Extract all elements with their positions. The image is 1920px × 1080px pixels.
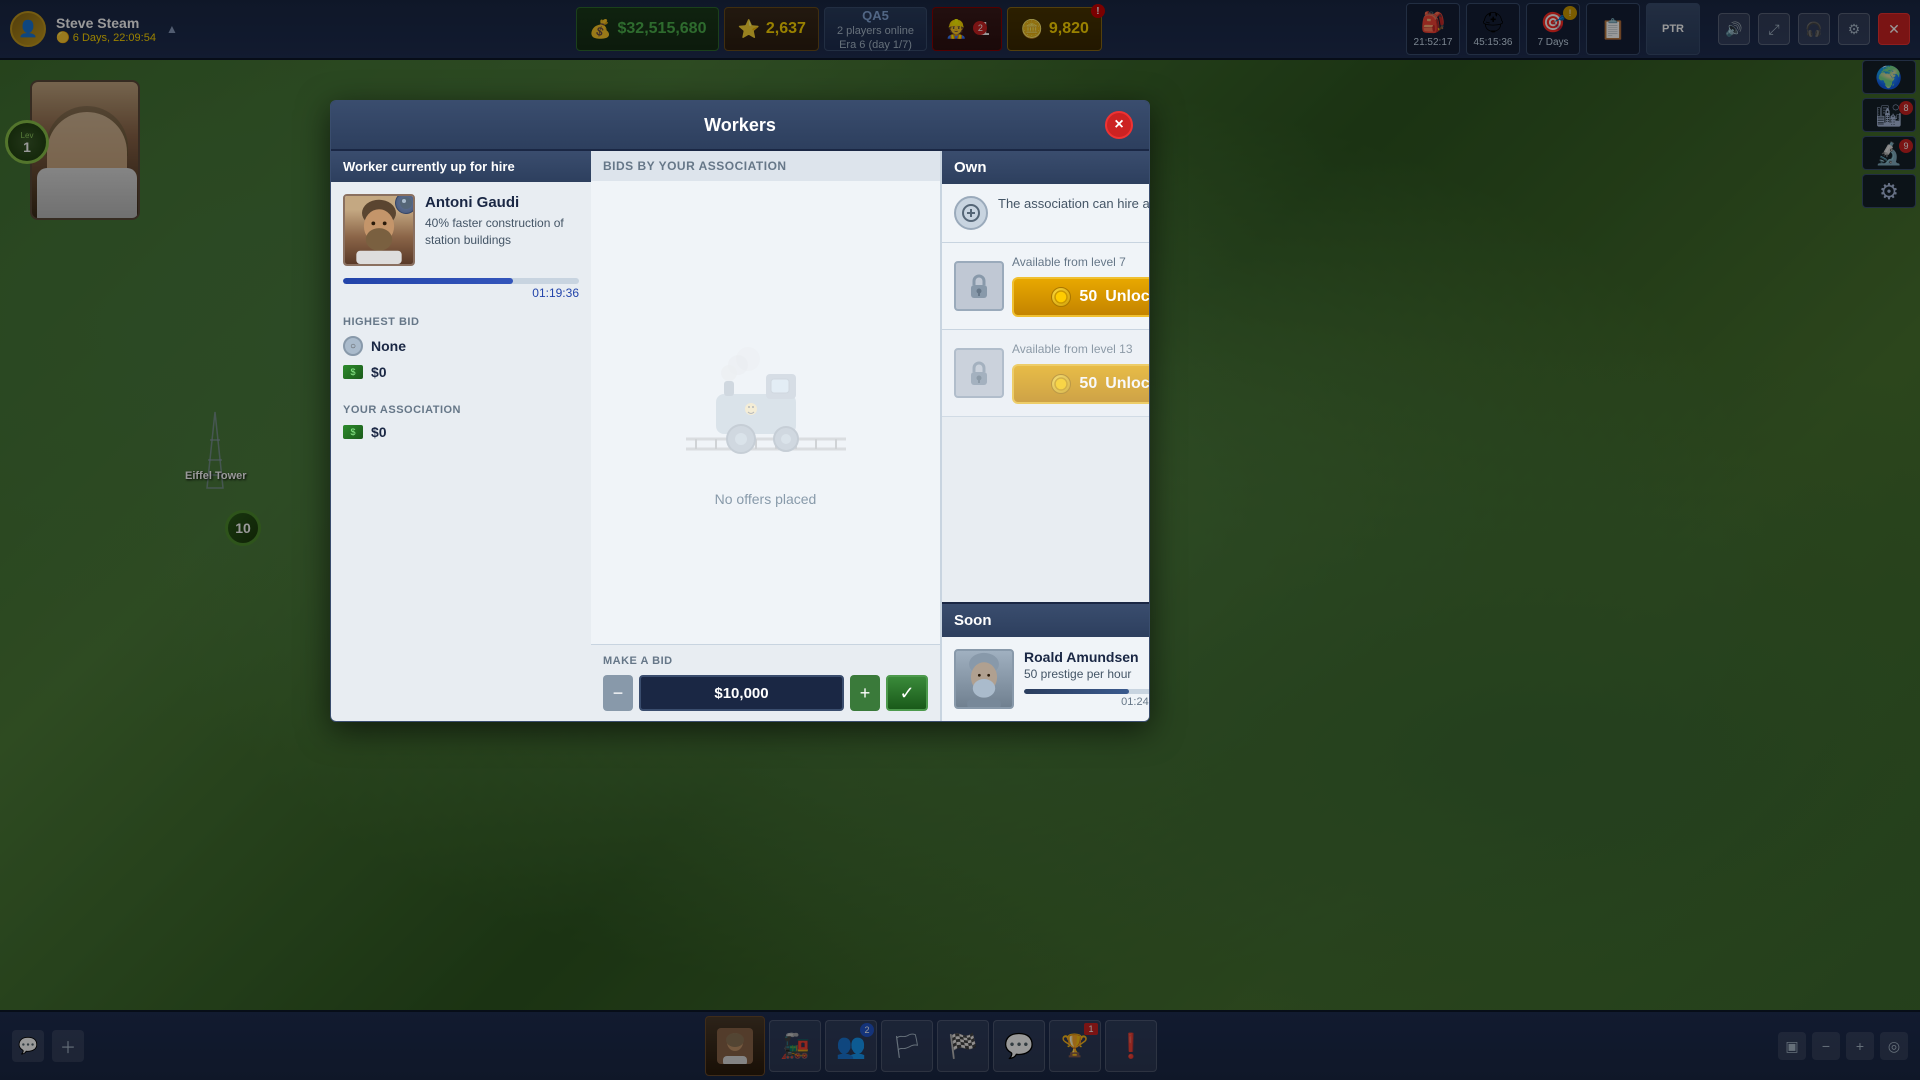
no-bids-text: No offers placed <box>715 491 817 507</box>
lock-icon-level7 <box>954 261 1004 311</box>
lock-svg-13 <box>968 360 990 386</box>
unlock-coin-icon-13 <box>1051 374 1071 394</box>
bid-money-icon: $ <box>343 365 363 379</box>
bid-none-value: None <box>371 338 406 354</box>
assoc-hire-icon <box>954 196 988 230</box>
assoc-money-value: $0 <box>371 424 387 440</box>
unlock-button-level13[interactable]: 50 Unlock <box>1012 364 1150 404</box>
bid-plus-button[interactable]: + <box>850 675 880 711</box>
bid-minus-button[interactable]: − <box>603 675 633 711</box>
bids-content: No offers placed <box>591 181 940 644</box>
unlock-cost-text-13: 50 <box>1079 375 1097 393</box>
assoc-money-icon: $ <box>343 425 363 439</box>
highest-bid-label: HIGHEST BID <box>343 316 579 328</box>
bid-money-row: $ $0 <box>343 364 579 380</box>
unlock-coin-icon <box>1051 287 1071 307</box>
soon-timer-bar <box>1024 689 1150 694</box>
worker-name: Antoni Gaudi <box>425 194 579 211</box>
worker-timer-text: 01:19:36 <box>343 286 579 300</box>
level7-label: Available from level 7 <box>1012 255 1150 269</box>
soon-portrait <box>954 649 1014 709</box>
bid-input-row: − + ✓ <box>603 675 928 711</box>
soon-worker-skill: 50 prestige per hour <box>1024 667 1150 681</box>
coin-svg <box>1054 290 1068 304</box>
locked-level7-info: Available from level 7 50 Unlock <box>1012 255 1150 317</box>
worker-hire-header: Worker currently up for hire <box>331 151 591 182</box>
make-bid-label: MAKE A BID <box>603 655 928 667</box>
train-svg <box>686 339 846 459</box>
worker-skill: 40% faster construction of station build… <box>425 215 579 249</box>
bid-section: HIGHEST BID ○ None $ $0 YOUR ASSOCIATION… <box>331 304 591 452</box>
soon-item: Roald Amundsen 50 prestige per hour 01:2… <box>942 637 1150 721</box>
unlock-label-text: Unlock <box>1105 288 1150 306</box>
bids-header: BIDS BY YOUR ASSOCIATION <box>591 151 940 181</box>
worker-timer-fill <box>343 278 513 284</box>
soon-timer-fill <box>1024 689 1129 694</box>
soon-timer-text: 01:24:36 <box>1024 696 1150 708</box>
lock-icon-level13 <box>954 348 1004 398</box>
unlock-button-level7[interactable]: 50 Unlock <box>1012 277 1150 317</box>
own-scroll[interactable]: The association can hire a worker. <box>942 184 1150 602</box>
worker-timer-bar <box>343 278 579 284</box>
bid-amount-input[interactable] <box>639 675 844 711</box>
worker-portrait <box>343 194 415 266</box>
soon-worker-name: Roald Amundsen <box>1024 649 1150 665</box>
worker-card: Antoni Gaudi 40% faster construction of … <box>331 182 591 278</box>
bid-none-icon: ○ <box>343 336 363 356</box>
own-locked-level7: Available from level 7 50 Unlock <box>942 243 1150 330</box>
soon-info: Roald Amundsen 50 prestige per hour 01:2… <box>1024 649 1150 708</box>
modal-title: Workers <box>375 115 1105 136</box>
modal-overlay: Workers × Worker currently up for hire <box>0 0 1920 1080</box>
highest-bid-row: ○ None <box>343 336 579 356</box>
worker-timer-container: 01:19:36 <box>331 278 591 304</box>
own-item-assoc: The association can hire a worker. <box>942 184 1150 243</box>
make-bid-section: MAKE A BID − + ✓ <box>591 644 940 721</box>
amundsen-portrait-svg <box>956 649 1012 709</box>
own-section: Own The association can hire a worker. <box>940 151 1150 721</box>
modal-header: Workers × <box>331 101 1149 151</box>
bids-section: BIDS BY YOUR ASSOCIATION <box>591 151 940 721</box>
assoc-money-row: $ $0 <box>343 424 579 440</box>
locked-level13-info: Available from level 13 50 Unlock <box>1012 342 1150 404</box>
unlock-cost-text: 50 <box>1079 288 1097 306</box>
modal-close-button[interactable]: × <box>1105 111 1133 139</box>
modal-body: Worker currently up for hire <box>331 151 1149 721</box>
unlock-label-text-13: Unlock <box>1105 375 1150 393</box>
bid-money-value: $0 <box>371 364 387 380</box>
no-bids-illustration <box>686 319 846 479</box>
your-assoc-label: YOUR ASSOCIATION <box>343 404 579 416</box>
own-locked-level13: Available from level 13 50 Unlock <box>942 330 1150 417</box>
worker-hire-section: Worker currently up for hire <box>331 151 591 721</box>
assoc-hire-text: The association can hire a worker. <box>998 196 1150 211</box>
own-header: Own <box>942 151 1150 184</box>
locked-level13-container: Available from level 13 50 Unlock <box>954 342 1150 404</box>
bid-confirm-button[interactable]: ✓ <box>886 675 928 711</box>
worker-hat-icon <box>395 194 415 214</box>
soon-header: Soon <box>942 602 1150 637</box>
plus-circle-icon <box>962 204 980 222</box>
lock-svg-7 <box>968 273 990 299</box>
worker-info: Antoni Gaudi 40% faster construction of … <box>425 194 579 266</box>
workers-modal: Workers × Worker currently up for hire <box>330 100 1150 722</box>
level13-label: Available from level 13 <box>1012 342 1150 356</box>
coin-svg-13 <box>1054 377 1068 391</box>
locked-level7-container: Available from level 7 50 Unlock <box>954 255 1150 317</box>
